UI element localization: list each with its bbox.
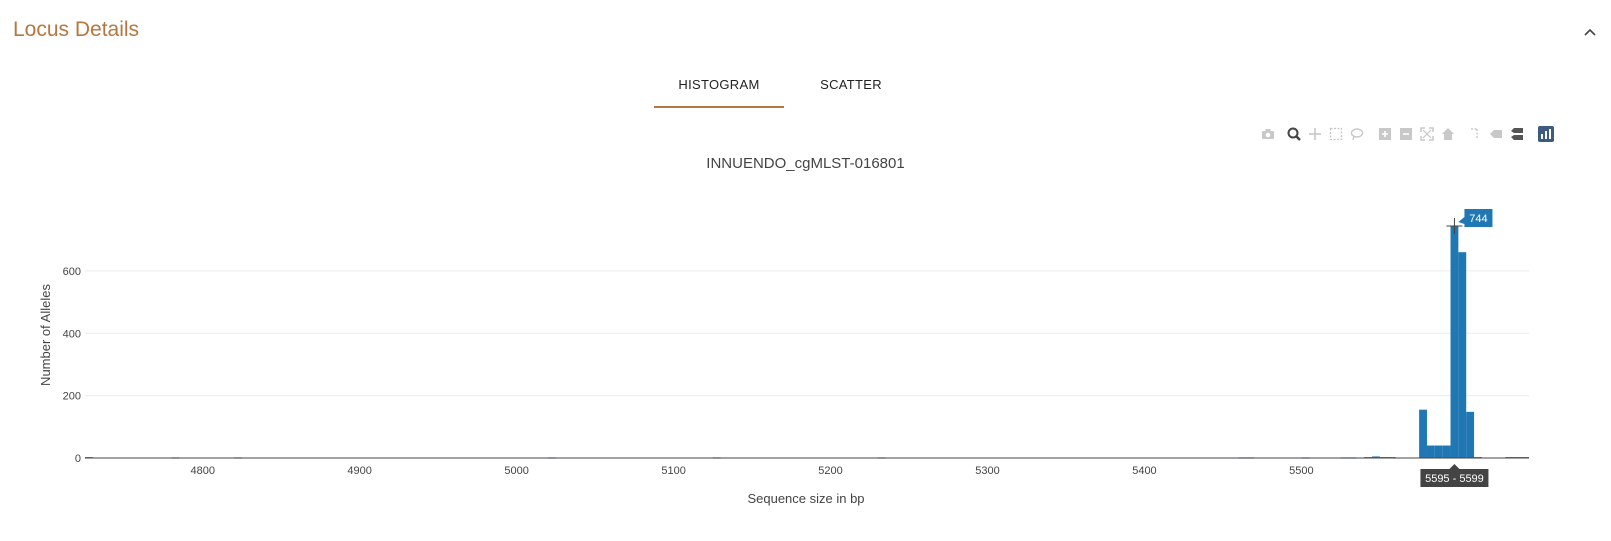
x-tick-label: 4900 [347, 465, 371, 477]
x-tick-label: 5400 [1132, 465, 1156, 477]
x-axis-title: Sequence size in bp [747, 491, 864, 506]
x-tick-label: 5500 [1289, 465, 1313, 477]
x-tick-label: 5300 [975, 465, 999, 477]
hover-range-label: 5595 - 5599 [1425, 473, 1484, 485]
y-axis-title: Number of Alleles [38, 284, 53, 386]
bar-layer [85, 226, 1529, 459]
x-tick-label: 5100 [661, 465, 685, 477]
histogram-bar[interactable] [1450, 226, 1459, 458]
histogram-chart[interactable]: 0 200 400 600 4800 4900 5000 5100 5200 5300 5400 55… [0, 0, 1611, 541]
histogram-bar[interactable] [1419, 409, 1427, 458]
histogram-bar[interactable] [1426, 445, 1435, 458]
y-tick-label: 600 [63, 266, 81, 278]
histogram-bar[interactable] [1434, 445, 1443, 458]
hover-value-label: 744 [1469, 213, 1487, 225]
histogram-bar[interactable] [1442, 445, 1451, 458]
histogram-bar[interactable] [1458, 252, 1467, 458]
y-tick-label: 0 [75, 453, 81, 465]
y-tick-label: 400 [63, 328, 81, 340]
histogram-bar[interactable] [1466, 411, 1475, 458]
grid-layer [85, 270, 1529, 397]
x-tick-label: 5200 [818, 465, 842, 477]
x-tick-label: 5000 [504, 465, 528, 477]
x-tick-label: 4800 [190, 465, 214, 477]
y-tick-label: 200 [63, 391, 81, 403]
axis-layer: 0 200 400 600 4800 4900 5000 5100 5200 5300 5400 55… [63, 266, 1529, 477]
